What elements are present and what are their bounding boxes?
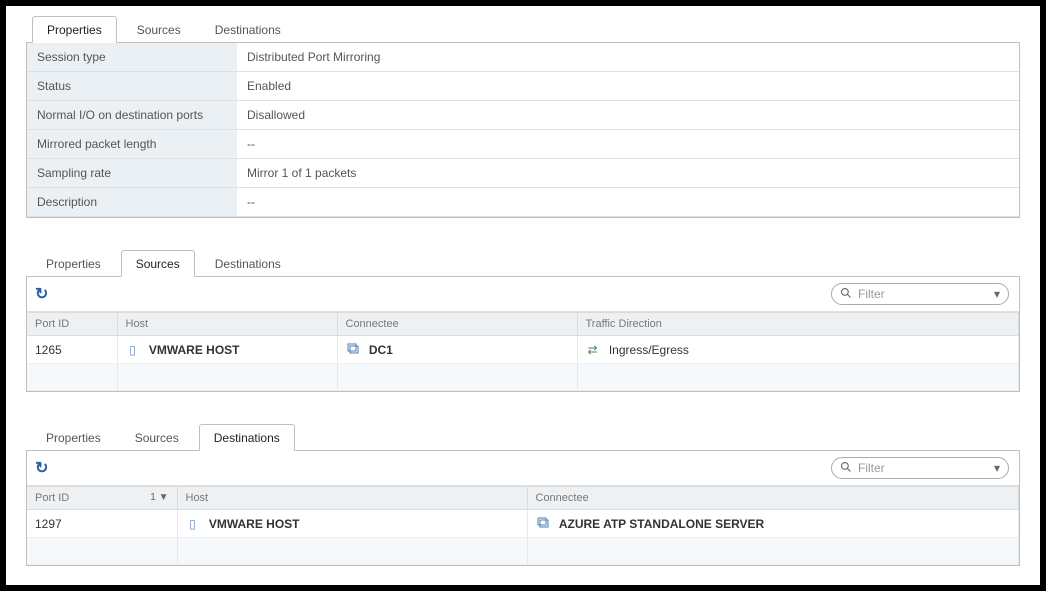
value-session-type: Distributed Port Mirroring (237, 43, 1019, 72)
tab-sources[interactable]: Sources (121, 425, 193, 450)
sort-indicator: 1 ▼ (150, 492, 168, 503)
destinations-header-row: Port ID 1 ▼ Host Connectee (27, 487, 1019, 510)
destinations-grid: Port ID 1 ▼ Host Connectee 1297 ▯ VMWARE… (27, 486, 1019, 565)
refresh-icon[interactable]: ↻ (35, 284, 48, 304)
vm-icon (346, 342, 360, 357)
value-mirrored-len: -- (237, 130, 1019, 159)
tab-destinations[interactable]: Destinations (201, 251, 295, 276)
chevron-down-icon[interactable]: ▾ (994, 461, 1000, 475)
tab-properties[interactable]: Properties (32, 251, 115, 276)
value-status: Enabled (237, 72, 1019, 101)
chevron-down-icon[interactable]: ▾ (994, 287, 1000, 301)
row-normal-io: Normal I/O on destination ports Disallow… (27, 101, 1019, 130)
cell-connectee: AZURE ATP STANDALONE SERVER (527, 510, 1019, 538)
sources-header-row: Port ID Host Connectee Traffic Direction (27, 313, 1019, 336)
traffic-direction-value: Ingress/Egress (609, 343, 689, 357)
label-status: Status (27, 72, 237, 101)
row-mirrored-len: Mirrored packet length -- (27, 130, 1019, 159)
host-name: VMWARE HOST (209, 517, 300, 531)
search-icon (840, 461, 852, 476)
cell-port-id: 1265 (27, 336, 117, 364)
cell-host: ▯ VMWARE HOST (117, 336, 337, 364)
row-description: Description -- (27, 188, 1019, 217)
tab-properties[interactable]: Properties (32, 16, 117, 43)
filter-placeholder: Filter (858, 287, 994, 301)
cell-host: ▯ VMWARE HOST (177, 510, 527, 538)
destinations-toolbar: ↻ Filter ▾ (27, 451, 1019, 486)
properties-table: Session type Distributed Port Mirroring … (27, 43, 1019, 217)
connectee-name: AZURE ATP STANDALONE SERVER (559, 517, 764, 531)
search-icon (840, 287, 852, 302)
tab-sources[interactable]: Sources (121, 250, 195, 277)
host-icon: ▯ (186, 517, 200, 531)
value-description: -- (237, 188, 1019, 217)
label-mirrored-len: Mirrored packet length (27, 130, 237, 159)
tab-strip-3: Properties Sources Destinations (26, 424, 1020, 451)
col-traffic-direction[interactable]: Traffic Direction (577, 313, 1019, 336)
filter-input[interactable]: Filter ▾ (831, 283, 1009, 305)
cell-traffic-direction: ⇄ Ingress/Egress (577, 336, 1019, 364)
sources-panel: ↻ Filter ▾ Port ID Host Connectee Traffi… (26, 277, 1020, 392)
table-row[interactable]: 1297 ▯ VMWARE HOST AZURE ATP STANDALONE … (27, 510, 1019, 538)
tab-destinations[interactable]: Destinations (199, 424, 295, 451)
connectee-name: DC1 (369, 343, 393, 357)
col-connectee[interactable]: Connectee (527, 487, 1019, 510)
label-description: Description (27, 188, 237, 217)
row-sampling-rate: Sampling rate Mirror 1 of 1 packets (27, 159, 1019, 188)
tab-destinations[interactable]: Destinations (201, 17, 295, 42)
sources-toolbar: ↻ Filter ▾ (27, 277, 1019, 312)
vm-icon (536, 516, 550, 531)
label-sampling-rate: Sampling rate (27, 159, 237, 188)
filter-placeholder: Filter (858, 461, 994, 475)
col-port-id[interactable]: Port ID (27, 313, 117, 336)
tab-sources[interactable]: Sources (123, 17, 195, 42)
cell-port-id: 1297 (27, 510, 177, 538)
col-host[interactable]: Host (117, 313, 337, 336)
label-normal-io: Normal I/O on destination ports (27, 101, 237, 130)
label-session-type: Session type (27, 43, 237, 72)
refresh-icon[interactable]: ↻ (35, 458, 48, 478)
traffic-icon: ⇄ (586, 343, 600, 357)
col-host[interactable]: Host (177, 487, 527, 510)
cell-connectee: DC1 (337, 336, 577, 364)
col-port-id-label: Port ID (35, 492, 69, 504)
tab-strip-2: Properties Sources Destinations (26, 250, 1020, 277)
tab-properties[interactable]: Properties (32, 425, 115, 450)
table-row-empty (27, 364, 1019, 391)
page-frame: Properties Sources Destinations Session … (0, 0, 1046, 591)
sources-grid: Port ID Host Connectee Traffic Direction… (27, 312, 1019, 391)
col-connectee[interactable]: Connectee (337, 313, 577, 336)
tab-strip-1: Properties Sources Destinations (26, 16, 1020, 43)
row-session-type: Session type Distributed Port Mirroring (27, 43, 1019, 72)
destinations-panel: ↻ Filter ▾ Port ID 1 ▼ Host C (26, 451, 1020, 566)
host-icon: ▯ (126, 343, 140, 357)
col-port-id[interactable]: Port ID 1 ▼ (27, 487, 177, 510)
table-row[interactable]: 1265 ▯ VMWARE HOST DC1 ⇄ Ingress/Egress (27, 336, 1019, 364)
table-row-empty (27, 538, 1019, 565)
value-normal-io: Disallowed (237, 101, 1019, 130)
value-sampling-rate: Mirror 1 of 1 packets (237, 159, 1019, 188)
properties-panel: Session type Distributed Port Mirroring … (26, 43, 1020, 218)
filter-input[interactable]: Filter ▾ (831, 457, 1009, 479)
row-status: Status Enabled (27, 72, 1019, 101)
host-name: VMWARE HOST (149, 343, 240, 357)
